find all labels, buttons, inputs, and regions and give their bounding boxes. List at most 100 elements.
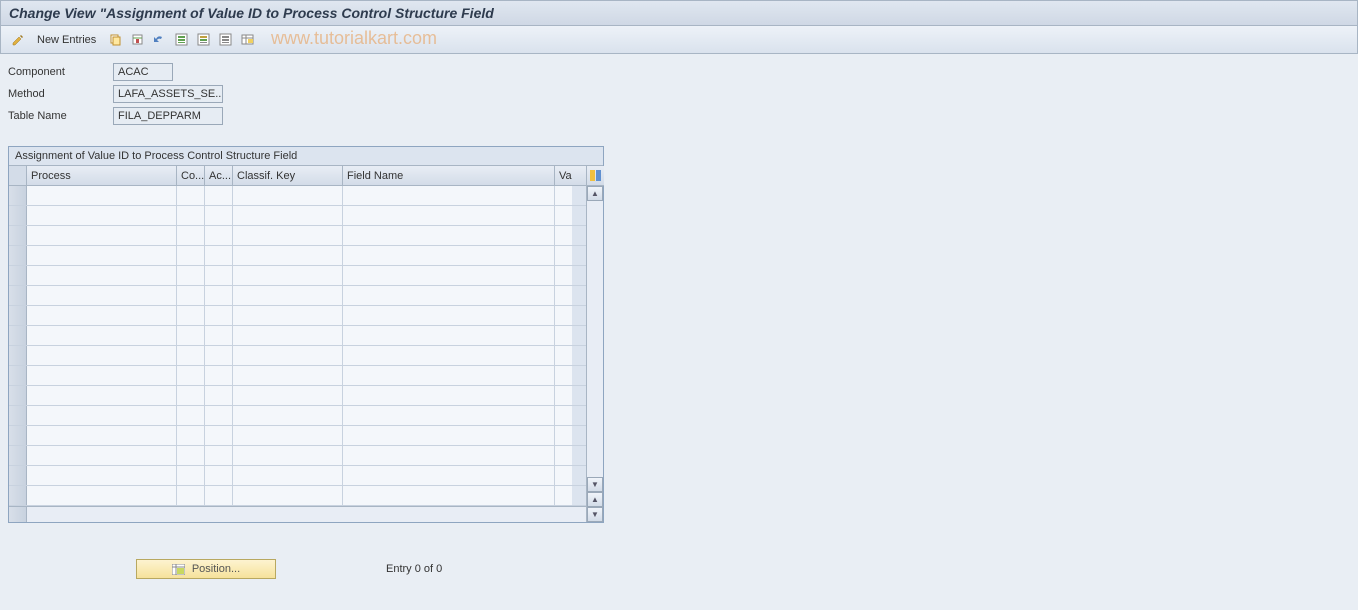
scroll-up-icon[interactable]: ▲ (587, 186, 603, 201)
horizontal-scrollbar[interactable] (9, 506, 586, 522)
position-button[interactable]: Position... (136, 559, 276, 579)
cell-process[interactable] (27, 206, 177, 225)
cell-classif[interactable] (233, 366, 343, 385)
cell-process[interactable] (27, 466, 177, 485)
cell-ac[interactable] (205, 306, 233, 325)
undo-icon[interactable] (150, 31, 168, 49)
row-selector[interactable] (9, 226, 27, 245)
cell-field[interactable] (343, 186, 555, 205)
cell-process[interactable] (27, 306, 177, 325)
row-selector[interactable] (9, 426, 27, 445)
cell-ac[interactable] (205, 446, 233, 465)
cell-co[interactable] (177, 326, 205, 345)
row-selector[interactable] (9, 406, 27, 425)
table-row[interactable] (9, 346, 586, 366)
cell-val[interactable] (555, 446, 572, 465)
cell-val[interactable] (555, 346, 572, 365)
cell-field[interactable] (343, 306, 555, 325)
column-co[interactable]: Co... (177, 166, 205, 185)
cell-ac[interactable] (205, 226, 233, 245)
cell-val[interactable] (555, 366, 572, 385)
column-ac[interactable]: Ac... (205, 166, 233, 185)
table-row[interactable] (9, 246, 586, 266)
cell-ac[interactable] (205, 486, 233, 505)
cell-val[interactable] (555, 466, 572, 485)
column-classif-key[interactable]: Classif. Key (233, 166, 343, 185)
row-selector[interactable] (9, 306, 27, 325)
cell-field[interactable] (343, 466, 555, 485)
cell-field[interactable] (343, 266, 555, 285)
table-row[interactable] (9, 206, 586, 226)
cell-process[interactable] (27, 426, 177, 445)
cell-classif[interactable] (233, 346, 343, 365)
column-process[interactable]: Process (27, 166, 177, 185)
copy-icon[interactable] (106, 31, 124, 49)
cell-co[interactable] (177, 266, 205, 285)
table-row[interactable] (9, 306, 586, 326)
cell-co[interactable] (177, 206, 205, 225)
cell-val[interactable] (555, 206, 572, 225)
table-row[interactable] (9, 386, 586, 406)
cell-process[interactable] (27, 326, 177, 345)
cell-classif[interactable] (233, 326, 343, 345)
select-all-icon[interactable] (172, 31, 190, 49)
cell-val[interactable] (555, 306, 572, 325)
cell-classif[interactable] (233, 266, 343, 285)
cell-co[interactable] (177, 346, 205, 365)
cell-co[interactable] (177, 446, 205, 465)
table-row[interactable] (9, 486, 586, 506)
row-selector[interactable] (9, 326, 27, 345)
column-field-name[interactable]: Field Name (343, 166, 555, 185)
select-block-icon[interactable] (194, 31, 212, 49)
table-row[interactable] (9, 466, 586, 486)
table-row[interactable] (9, 326, 586, 346)
cell-co[interactable] (177, 186, 205, 205)
table-row[interactable] (9, 406, 586, 426)
row-selector[interactable] (9, 246, 27, 265)
row-selector[interactable] (9, 266, 27, 285)
cell-ac[interactable] (205, 286, 233, 305)
table-row[interactable] (9, 426, 586, 446)
cell-val[interactable] (555, 406, 572, 425)
cell-co[interactable] (177, 306, 205, 325)
cell-field[interactable] (343, 206, 555, 225)
cell-classif[interactable] (233, 406, 343, 425)
cell-field[interactable] (343, 246, 555, 265)
cell-field[interactable] (343, 286, 555, 305)
cell-field[interactable] (343, 366, 555, 385)
cell-process[interactable] (27, 246, 177, 265)
cell-ac[interactable] (205, 206, 233, 225)
cell-field[interactable] (343, 426, 555, 445)
cell-process[interactable] (27, 226, 177, 245)
cell-classif[interactable] (233, 426, 343, 445)
cell-classif[interactable] (233, 186, 343, 205)
row-selector[interactable] (9, 186, 27, 205)
cell-ac[interactable] (205, 426, 233, 445)
cell-ac[interactable] (205, 386, 233, 405)
vertical-scrollbar[interactable]: ▲ ▼ ▲ ▼ (586, 166, 603, 522)
scroll-down-icon[interactable]: ▼ (587, 477, 603, 492)
cell-ac[interactable] (205, 186, 233, 205)
cell-process[interactable] (27, 186, 177, 205)
cell-ac[interactable] (205, 266, 233, 285)
cell-classif[interactable] (233, 286, 343, 305)
row-selector[interactable] (9, 346, 27, 365)
scroll-down2-icon[interactable]: ▼ (587, 507, 603, 522)
cell-process[interactable] (27, 446, 177, 465)
cell-process[interactable] (27, 286, 177, 305)
delete-icon[interactable] (128, 31, 146, 49)
cell-field[interactable] (343, 486, 555, 505)
cell-field[interactable] (343, 326, 555, 345)
table-row[interactable] (9, 366, 586, 386)
cell-co[interactable] (177, 226, 205, 245)
table-row[interactable] (9, 286, 586, 306)
row-selector[interactable] (9, 386, 27, 405)
table-row[interactable] (9, 266, 586, 286)
cell-classif[interactable] (233, 226, 343, 245)
cell-co[interactable] (177, 386, 205, 405)
cell-classif[interactable] (233, 246, 343, 265)
configure-columns-icon[interactable] (587, 166, 604, 186)
table-row[interactable] (9, 226, 586, 246)
cell-val[interactable] (555, 226, 572, 245)
cell-field[interactable] (343, 386, 555, 405)
